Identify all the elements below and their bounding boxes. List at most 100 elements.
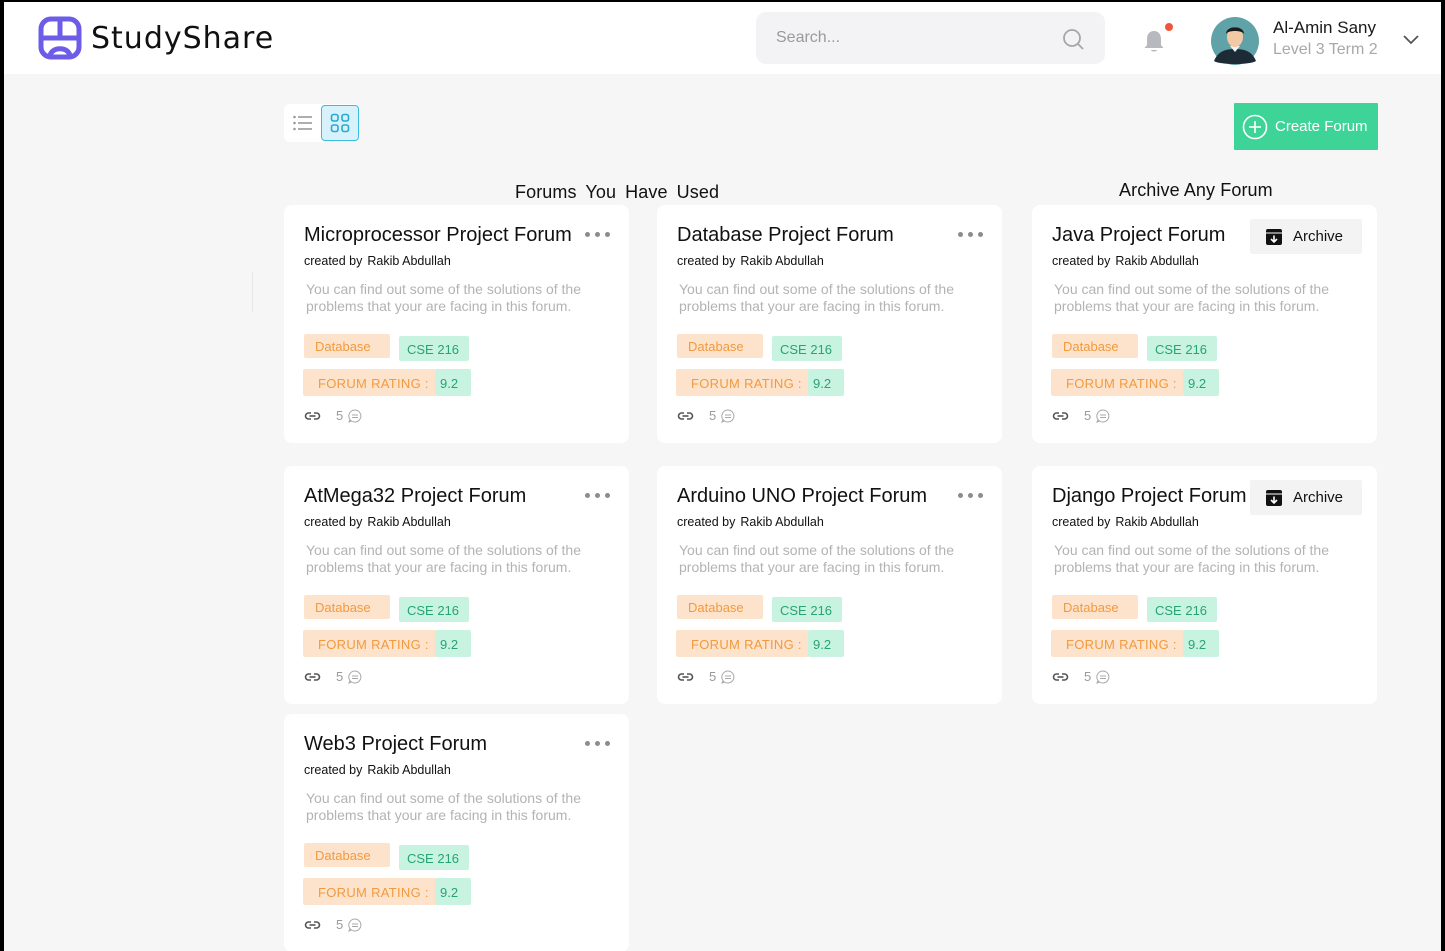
link-icon[interactable]: [304, 409, 321, 423]
forum-rating-label: FORUM RATING :: [1051, 630, 1184, 657]
topic-tag[interactable]: Database: [304, 843, 390, 867]
view-toggle: [284, 104, 360, 142]
course-tag[interactable]: CSE 216: [399, 845, 469, 870]
notification-dot: [1165, 23, 1173, 31]
creator-name[interactable]: Rakib Abdullah: [1115, 254, 1198, 268]
link-icon[interactable]: [677, 409, 694, 423]
more-options-icon[interactable]: [585, 492, 611, 500]
created-by-label: created by: [677, 254, 736, 268]
course-tag[interactable]: CSE 216: [1147, 597, 1217, 622]
forum-creator: created by Rakib Abdullah: [677, 515, 824, 529]
forum-rating-label: FORUM RATING :: [1051, 369, 1184, 396]
create-forum-label: Create Forum: [1275, 118, 1368, 135]
avatar[interactable]: [1208, 17, 1262, 65]
link-icon[interactable]: [304, 918, 321, 932]
grid-view-icon: [330, 113, 350, 133]
creator-name[interactable]: Rakib Abdullah: [740, 254, 823, 268]
forum-title[interactable]: Microprocessor Project Forum: [304, 224, 572, 247]
archive-button[interactable]: Archive: [1250, 219, 1362, 254]
comment-count: 5: [336, 669, 344, 684]
comment-count: 5: [709, 408, 717, 423]
forum-description: You can find out some of the solutions o…: [679, 281, 955, 314]
created-by-label: created by: [304, 254, 363, 268]
archive-icon: [1266, 489, 1282, 506]
more-options-icon[interactable]: [958, 492, 984, 500]
search-input[interactable]: [776, 26, 1056, 50]
app-name[interactable]: StudyShare: [91, 21, 274, 56]
forum-creator: created by Rakib Abdullah: [1052, 515, 1199, 529]
more-options-icon[interactable]: [585, 231, 611, 239]
creator-name[interactable]: Rakib Abdullah: [740, 515, 823, 529]
comment-count: 5: [709, 669, 717, 684]
creator-name[interactable]: Rakib Abdullah: [367, 515, 450, 529]
bell-icon[interactable]: [1141, 28, 1167, 54]
plus-circle-icon: [1242, 114, 1268, 139]
forum-creator: created by Rakib Abdullah: [304, 515, 451, 529]
forum-creator: created by Rakib Abdullah: [677, 254, 824, 268]
studyshare-logo-icon[interactable]: [38, 16, 82, 60]
forum-title[interactable]: Web3 Project Forum: [304, 733, 487, 756]
user-level: Level 3 Term 2: [1273, 41, 1378, 58]
forum-title[interactable]: Django Project Forum: [1052, 485, 1247, 508]
comment-icon[interactable]: [721, 670, 735, 684]
forum-title[interactable]: AtMega32 Project Forum: [304, 485, 526, 508]
archive-button[interactable]: Archive: [1250, 480, 1362, 515]
forum-rating-value: 9.2: [1183, 630, 1219, 657]
topic-tag[interactable]: Database: [304, 334, 390, 358]
app-window: StudyShare Al-Amin Sany Level 3 Term 2: [4, 2, 1441, 951]
creator-name[interactable]: Rakib Abdullah: [367, 254, 450, 268]
created-by-label: created by: [304, 763, 363, 777]
search-icon[interactable]: [1062, 28, 1084, 50]
link-icon[interactable]: [1052, 409, 1069, 423]
creator-name[interactable]: Rakib Abdullah: [367, 763, 450, 777]
course-tag[interactable]: CSE 216: [399, 597, 469, 622]
more-options-icon[interactable]: [585, 740, 611, 748]
forum-card[interactable]: Microprocessor Project Forum created by R…: [284, 205, 629, 443]
forum-description: You can find out some of the solutions o…: [306, 281, 582, 314]
comment-icon[interactable]: [348, 670, 362, 684]
topic-tag[interactable]: Database: [1052, 595, 1138, 619]
topic-tag[interactable]: Database: [304, 595, 390, 619]
forum-card[interactable]: Database Project Forum created by Rakib A…: [657, 205, 1002, 443]
comment-icon[interactable]: [348, 918, 362, 932]
chevron-down-icon[interactable]: [1401, 29, 1421, 49]
course-tag[interactable]: CSE 216: [772, 597, 842, 622]
more-options-icon[interactable]: [958, 231, 984, 239]
forum-card[interactable]: AtMega32 Project Forum created by Rakib A…: [284, 466, 629, 704]
course-tag[interactable]: CSE 216: [1147, 336, 1217, 361]
forum-rating-label: FORUM RATING :: [303, 878, 436, 905]
forum-creator: created by Rakib Abdullah: [1052, 254, 1199, 268]
topic-tag[interactable]: Database: [1052, 334, 1138, 358]
comment-icon[interactable]: [1096, 409, 1110, 423]
section-title-archive: Archive Any Forum: [1119, 180, 1273, 200]
course-tag[interactable]: CSE 216: [399, 336, 469, 361]
forum-creator: created by Rakib Abdullah: [304, 763, 451, 777]
forum-title[interactable]: Database Project Forum: [677, 224, 894, 247]
forum-rating-value: 9.2: [435, 369, 471, 396]
forum-description: You can find out some of the solutions o…: [1054, 542, 1330, 575]
creator-name[interactable]: Rakib Abdullah: [1115, 515, 1198, 529]
comment-icon[interactable]: [348, 409, 362, 423]
course-tag[interactable]: CSE 216: [772, 336, 842, 361]
topic-tag[interactable]: Database: [677, 334, 763, 358]
forum-rating-value: 9.2: [1183, 369, 1219, 396]
link-icon[interactable]: [677, 670, 694, 684]
forum-title[interactable]: Java Project Forum: [1052, 224, 1225, 247]
link-icon[interactable]: [304, 670, 321, 684]
forum-rating-value: 9.2: [435, 630, 471, 657]
comment-icon[interactable]: [1096, 670, 1110, 684]
forum-card[interactable]: Arduino UNO Project Forum created by Raki…: [657, 466, 1002, 704]
forum-card[interactable]: Django Project Forum Archive created by R…: [1032, 466, 1377, 704]
search-box[interactable]: [756, 12, 1105, 64]
link-icon[interactable]: [1052, 670, 1069, 684]
forum-card[interactable]: Java Project Forum Archive created by Rak…: [1032, 205, 1377, 443]
comment-icon[interactable]: [721, 409, 735, 423]
list-view-button[interactable]: [288, 108, 318, 138]
topic-tag[interactable]: Database: [677, 595, 763, 619]
section-title-used-forums: Forums You Have Used: [515, 182, 720, 202]
forum-title[interactable]: Arduino UNO Project Forum: [677, 485, 927, 508]
user-name[interactable]: Al-Amin Sany: [1273, 18, 1376, 38]
forum-card[interactable]: Web3 Project Forum created by Rakib Abdul…: [284, 714, 629, 951]
create-forum-button[interactable]: Create Forum: [1234, 103, 1378, 150]
grid-view-button[interactable]: [321, 105, 359, 141]
